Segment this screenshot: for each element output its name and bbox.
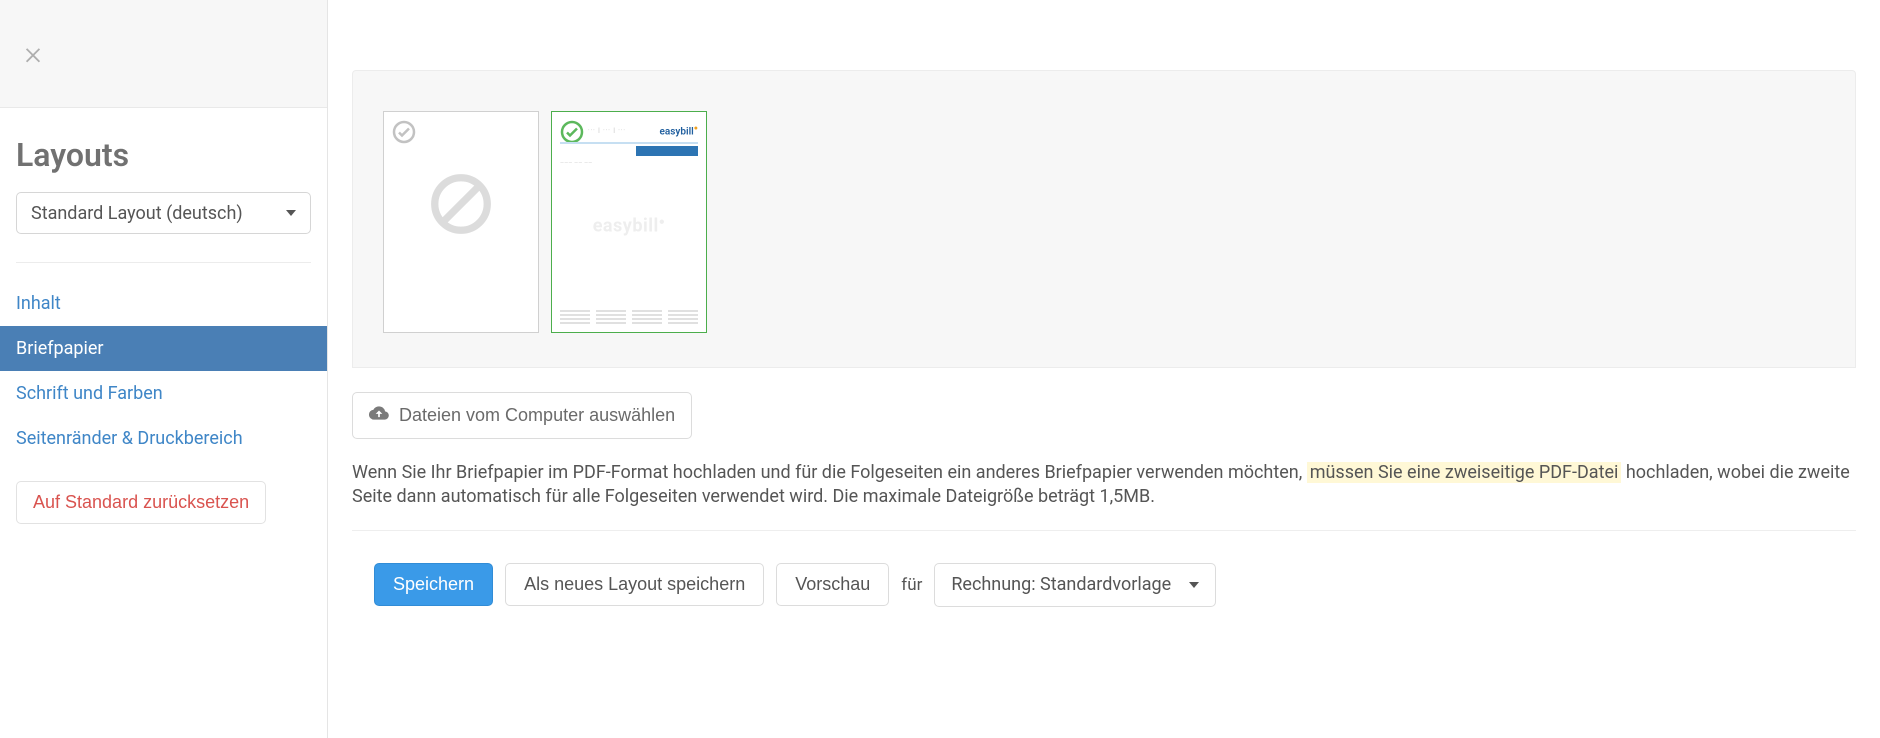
preview-select-label: Rechnung: Standardvorlage <box>951 574 1171 595</box>
main-content: ··· | ··· | ··· easybill● ——— —— —— easy… <box>328 0 1880 738</box>
stationery-thumb-none[interactable] <box>383 111 539 333</box>
info-text: Wenn Sie Ihr Briefpapier im PDF-Format h… <box>352 461 1856 531</box>
check-circle-icon <box>560 120 584 144</box>
thumb-watermark: easybill● <box>593 216 666 237</box>
thumbnails-panel: ··· | ··· | ··· easybill● ——— —— —— easy… <box>352 70 1856 368</box>
sidebar-title: Layouts <box>16 136 311 174</box>
preview-button[interactable]: Vorschau <box>776 563 889 606</box>
sidebar-nav: Inhalt Briefpapier Schrift und Farben Se… <box>0 281 327 461</box>
sidebar-item-schrift-farben[interactable]: Schrift und Farben <box>0 371 327 416</box>
preview-template-select[interactable]: Rechnung: Standardvorlage <box>934 563 1216 607</box>
sidebar-item-seitenraender[interactable]: Seitenränder & Druckbereich <box>0 416 327 461</box>
sidebar-item-inhalt[interactable]: Inhalt <box>0 281 327 326</box>
close-icon[interactable] <box>22 43 44 65</box>
sidebar-item-briefpapier[interactable]: Briefpapier <box>0 326 327 371</box>
layout-select[interactable]: Standard Layout (deutsch) <box>16 192 311 234</box>
reset-button[interactable]: Auf Standard zurücksetzen <box>16 481 266 524</box>
divider <box>16 262 311 263</box>
chevron-down-icon <box>286 210 296 216</box>
layout-select-label: Standard Layout (deutsch) <box>31 203 243 224</box>
thumb-header: ··· | ··· | ··· easybill● <box>588 124 698 137</box>
upload-file-button[interactable]: Dateien vom Computer auswählen <box>352 392 692 439</box>
save-button[interactable]: Speichern <box>374 563 493 606</box>
no-entry-icon <box>426 169 496 239</box>
stationery-thumb-easybill[interactable]: ··· | ··· | ··· easybill● ——— —— —— easy… <box>551 111 707 333</box>
for-label: für <box>901 575 922 595</box>
save-as-button[interactable]: Als neues Layout speichern <box>505 563 764 606</box>
chevron-down-icon <box>1189 582 1199 588</box>
sidebar: Layouts Standard Layout (deutsch) Inhalt… <box>0 0 328 738</box>
cloud-upload-icon <box>369 403 389 428</box>
upload-file-label: Dateien vom Computer auswählen <box>399 405 675 426</box>
info-highlight: müssen Sie eine zweiseitige PDF-Datei <box>1307 462 1622 483</box>
check-circle-icon <box>392 120 416 144</box>
action-bar: Speichern Als neues Layout speichern Vor… <box>352 563 1856 607</box>
sidebar-topbar <box>0 0 327 108</box>
